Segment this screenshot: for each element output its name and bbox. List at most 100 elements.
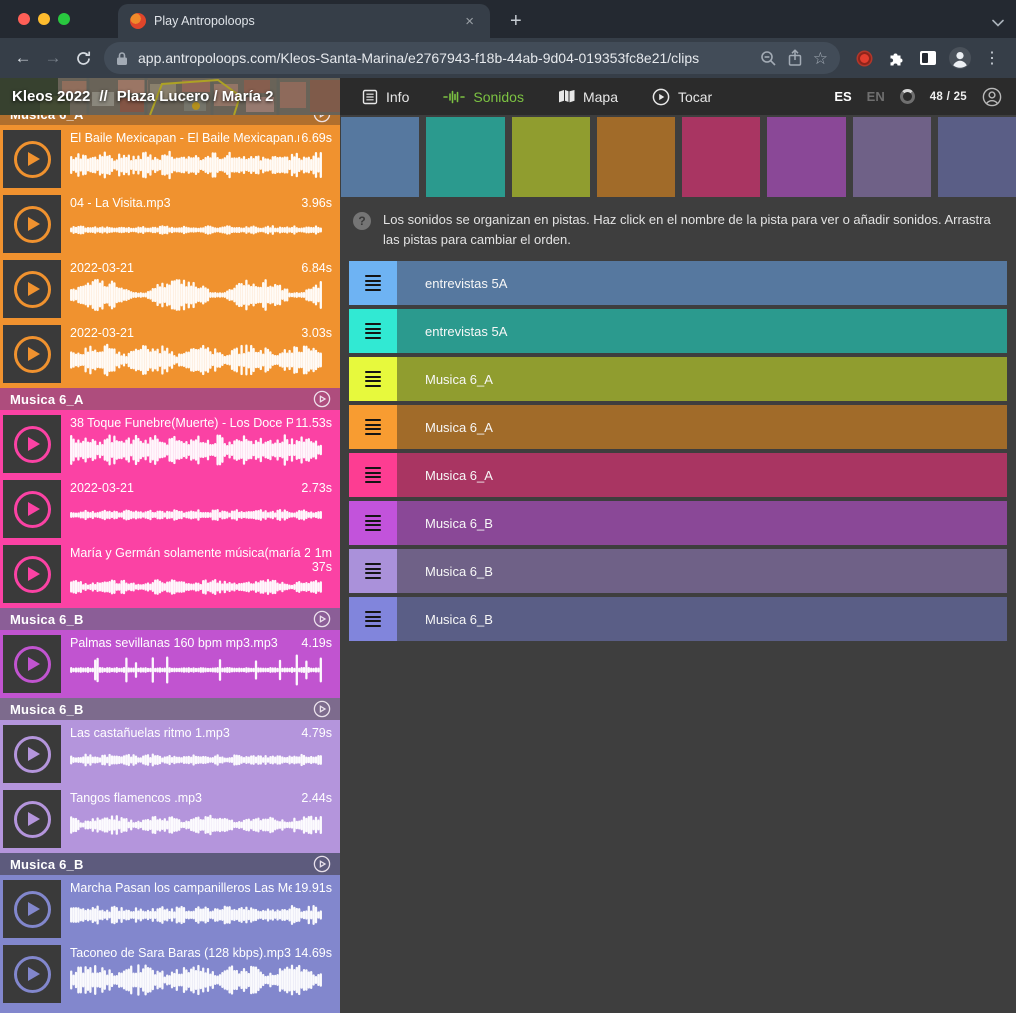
track-swatch[interactable] (597, 117, 675, 197)
clip-play-button[interactable] (3, 260, 61, 318)
track-swatch[interactable] (512, 117, 590, 197)
track-section-header[interactable]: Musica 6_A (0, 115, 340, 125)
clip[interactable]: El Baile Mexicapan - El Baile Mexicapan.… (3, 128, 337, 190)
track-swatch[interactable] (682, 117, 760, 197)
nav-sonidos[interactable]: Sonidos (443, 89, 524, 105)
back-button[interactable]: ← (8, 43, 38, 73)
drag-handle-icon[interactable] (349, 549, 397, 593)
clip[interactable]: 38 Toque Funebre(Muerte) - Los Doce Par.… (3, 413, 337, 475)
recording-indicator-icon[interactable] (848, 42, 880, 74)
address-bar[interactable]: app.antropoloops.com/Kleos-Santa-Marina/… (104, 42, 840, 74)
forward-button[interactable]: → (38, 43, 68, 73)
play-section-icon[interactable] (313, 855, 331, 873)
track-row[interactable]: Musica 6_B (349, 549, 1007, 593)
track-swatch[interactable] (341, 117, 419, 197)
track-row[interactable]: entrevistas 5A (349, 309, 1007, 353)
profile-avatar[interactable] (944, 42, 976, 74)
clip[interactable]: Palmas sevillanas 160 bpm mp3.mp3 4.19s (3, 633, 337, 695)
lang-en-button[interactable]: EN (867, 89, 885, 104)
track-name-button[interactable]: Musica 6_A (397, 357, 1007, 401)
zoom-window-button[interactable] (58, 13, 70, 25)
drag-handle-icon[interactable] (349, 309, 397, 353)
clip-play-button[interactable] (3, 725, 61, 783)
drag-handle-icon[interactable] (349, 405, 397, 449)
new-tab-button[interactable]: + (504, 11, 528, 31)
track-swatch[interactable] (938, 117, 1016, 197)
clip-name: Tangos flamencos .mp3 (70, 791, 299, 805)
track-name-button[interactable]: entrevistas 5A (397, 309, 1007, 353)
track-swatch[interactable] (767, 117, 845, 197)
zoom-out-icon[interactable] (760, 50, 777, 67)
clip-play-button[interactable] (3, 880, 61, 938)
track-row[interactable]: entrevistas 5A (349, 261, 1007, 305)
clip-play-button[interactable] (3, 545, 61, 603)
clip-play-button[interactable] (3, 945, 61, 1003)
clip[interactable]: 2022-03-21 6.84s (3, 258, 337, 320)
clip-play-button[interactable] (3, 790, 61, 848)
play-section-icon[interactable] (313, 390, 331, 408)
track-label: entrevistas 5A (425, 324, 507, 339)
track-name-button[interactable]: Musica 6_B (397, 549, 1007, 593)
map-thumbnail[interactable]: Kleos 2022 // Plaza Lucero / María 2 (0, 78, 340, 115)
clip-play-button[interactable] (3, 130, 61, 188)
minimize-window-button[interactable] (38, 13, 50, 25)
nav-info[interactable]: Info (362, 89, 409, 105)
drag-handle-icon[interactable] (349, 357, 397, 401)
track-row[interactable]: Musica 6_A (349, 405, 1007, 449)
tab-search-chevron-icon[interactable] (992, 14, 1004, 32)
track-name-button[interactable]: entrevistas 5A (397, 261, 1007, 305)
clip-play-button[interactable] (3, 635, 61, 693)
drag-handle-icon[interactable] (349, 453, 397, 497)
clip-play-button[interactable] (3, 325, 61, 383)
track-name-button[interactable]: Musica 6_B (397, 597, 1007, 641)
drag-handle-icon[interactable] (349, 261, 397, 305)
track-row[interactable]: Musica 6_A (349, 453, 1007, 497)
side-panel-icon[interactable] (912, 42, 944, 74)
loading-spinner-icon (900, 89, 915, 104)
clip[interactable]: Las castañuelas ritmo 1.mp3 4.79s (3, 723, 337, 785)
clip-name: 2022-03-21 (70, 481, 299, 495)
drag-handle-icon[interactable] (349, 501, 397, 545)
account-icon[interactable] (982, 87, 1002, 107)
track-row[interactable]: Musica 6_B (349, 501, 1007, 545)
track-name-button[interactable]: Musica 6_A (397, 405, 1007, 449)
browser-menu-icon[interactable]: ⋮ (976, 42, 1008, 74)
close-window-button[interactable] (18, 13, 30, 25)
breadcrumb-project[interactable]: Kleos 2022 (12, 88, 90, 105)
track-name-button[interactable]: Musica 6_B (397, 501, 1007, 545)
track-color-swatches (341, 117, 1016, 197)
lang-es-button[interactable]: ES (834, 89, 851, 104)
clip[interactable]: Marcha Pasan los campanilleros Las Mejor… (3, 878, 337, 940)
nav-tocar[interactable]: Tocar (652, 88, 712, 106)
track-row[interactable]: Musica 6_A (349, 357, 1007, 401)
clip[interactable]: 04 - La Visita.mp3 3.96s (3, 193, 337, 255)
play-section-icon[interactable] (313, 610, 331, 628)
reload-button[interactable] (68, 43, 98, 73)
clip-play-button[interactable] (3, 480, 61, 538)
clip-play-button[interactable] (3, 195, 61, 253)
share-icon[interactable] (787, 49, 803, 67)
track-section-header[interactable]: Musica 6_B (0, 608, 340, 630)
clip[interactable]: María y Germán solamente música(maría 2.… (3, 543, 337, 605)
drag-handle-icon[interactable] (349, 597, 397, 641)
track-swatch[interactable] (426, 117, 504, 197)
clip[interactable]: Tangos flamencos .mp3 2.44s (3, 788, 337, 850)
play-section-icon[interactable] (313, 700, 331, 718)
tab-close-icon[interactable]: × (461, 12, 478, 31)
extensions-puzzle-icon[interactable] (880, 42, 912, 74)
play-section-icon[interactable] (313, 115, 331, 123)
track-section-header[interactable]: Musica 6_B (0, 853, 340, 875)
track-section-header[interactable]: Musica 6_A (0, 388, 340, 410)
clip[interactable]: 2022-03-21 3.03s (3, 323, 337, 385)
track-swatch[interactable] (853, 117, 931, 197)
bookmark-star-icon[interactable]: ☆ (813, 50, 828, 67)
clip[interactable]: Taconeo de Sara Baras (128 kbps).mp3 14.… (3, 943, 337, 1005)
waveform (70, 742, 322, 778)
nav-mapa[interactable]: Mapa (558, 89, 618, 105)
browser-tab[interactable]: Play Antropoloops × (118, 4, 490, 38)
clip-play-button[interactable] (3, 415, 61, 473)
clip[interactable]: 2022-03-21 2.73s (3, 478, 337, 540)
track-name-button[interactable]: Musica 6_A (397, 453, 1007, 497)
track-row[interactable]: Musica 6_B (349, 597, 1007, 641)
track-section-header[interactable]: Musica 6_B (0, 698, 340, 720)
